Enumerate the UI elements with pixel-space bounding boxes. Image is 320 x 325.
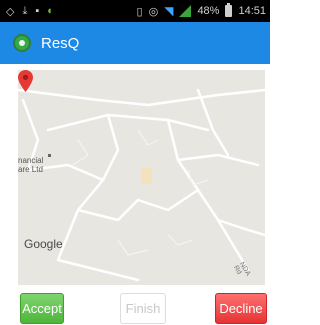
status-bar: ◇ ⤓ ▪ ◐ ▯ ◎ ◥ 48% 14:51 — [0, 0, 270, 22]
app-title: ResQ — [41, 34, 80, 52]
accept-button[interactable]: Accept — [20, 293, 64, 324]
download-icon: ⤓ — [22, 4, 28, 17]
google-attribution[interactable]: Google — [24, 237, 63, 251]
status-bar-notifications: ◇ ⤓ ▪ ◐ — [0, 5, 54, 18]
decline-button[interactable]: Decline — [215, 293, 267, 324]
map-pin-icon[interactable] — [18, 70, 33, 92]
finish-button[interactable]: Finish — [120, 293, 166, 324]
clock: 14:51 — [238, 5, 266, 17]
circle-icon: ◇ — [6, 5, 15, 18]
signal-icon — [179, 5, 192, 17]
notification-icon: ▪ — [35, 5, 40, 17]
app-bar: ResQ — [0, 22, 270, 64]
wifi-icon: ◥ — [164, 4, 174, 18]
app-notification-icon: ◐ — [47, 5, 54, 17]
battery-icon — [225, 3, 233, 17]
map-place-label: nancial are Ltd — [18, 156, 44, 174]
map-view[interactable]: nancial are Ltd Google NDA Rd — [18, 70, 265, 285]
resq-logo-icon — [13, 34, 31, 52]
battery-percent: 48% — [197, 5, 220, 17]
map-roads — [18, 70, 265, 285]
status-bar-system: ▯ ◎ ◥ 48% 14:51 — [136, 3, 270, 18]
sync-icon: ◎ — [148, 5, 159, 18]
vibrate-icon: ▯ — [136, 5, 143, 18]
